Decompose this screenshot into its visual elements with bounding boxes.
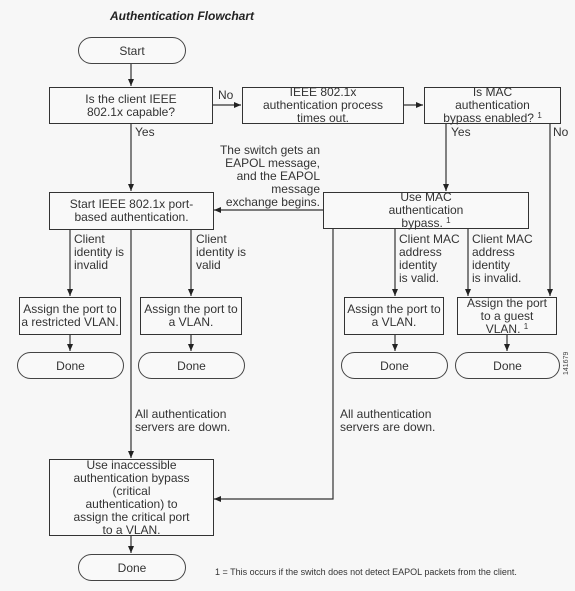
done-node: Done xyxy=(138,352,245,379)
edge-label-no: No xyxy=(218,88,234,102)
edge-label-yes: Yes xyxy=(451,125,471,139)
edge-label-mac-invalid: Client MAC address identity is invalid. xyxy=(472,232,533,285)
process-critical-auth-label: Use inaccessible authentication bypass (… xyxy=(73,457,190,537)
footnote-marker: 1 xyxy=(523,321,529,331)
done-label: Done xyxy=(177,358,206,373)
decision-8021x-capable-label: Is the client IEEE 802.1x capable? xyxy=(85,91,177,119)
footnote: 1 = This occurs if the switch does not d… xyxy=(215,567,517,577)
decision-mab-enabled-label: Is MAC authentication bypass enabled? xyxy=(443,85,534,125)
start-label: Start xyxy=(119,43,145,58)
start-node: Start xyxy=(78,37,186,64)
edge-label-mac-valid: Client MAC address identity is valid. xyxy=(399,232,460,285)
edge-label-servers-down: All authentication servers are down. xyxy=(135,407,231,434)
process-assign-vlan-mab: Assign the port to a VLAN. xyxy=(344,297,444,335)
decision-mab-enabled: Is MAC authentication bypass enabled? 1 xyxy=(424,85,561,125)
done-node: Done xyxy=(341,352,448,379)
done-node: Done xyxy=(455,352,560,379)
done-label: Done xyxy=(380,358,409,373)
process-assign-vlan-8021x-label: Assign the port to a VLAN. xyxy=(144,302,238,329)
edge-label-no: No xyxy=(553,125,569,139)
process-guest-vlan: Assign the port to a guest VLAN. 1 xyxy=(457,295,557,336)
edge-label-identity-invalid: Client identity is invalid xyxy=(74,232,125,272)
footnote-marker: 1 xyxy=(537,111,542,120)
process-timeout-label: IEEE 802.1x authentication process times… xyxy=(262,85,384,125)
process-start-8021x-label: Start IEEE 802.1x port-based authenticat… xyxy=(69,197,194,224)
process-critical-auth: Use inaccessible authentication bypass (… xyxy=(49,457,214,537)
decision-8021x-capable: Is the client IEEE 802.1x capable? xyxy=(49,87,213,124)
edge-label-eapol: The switch gets an EAPOL message, and th… xyxy=(219,143,320,209)
process-restricted-vlan-label: Assign the port to a restricted VLAN. xyxy=(21,302,119,329)
process-assign-vlan-8021x: Assign the port to a VLAN. xyxy=(140,297,242,335)
figure-id: 141679 xyxy=(563,351,570,375)
done-node: Done xyxy=(17,352,124,379)
process-guest-vlan-label: Assign the port to a guest VLAN. xyxy=(466,295,548,336)
process-restricted-vlan: Assign the port to a restricted VLAN. xyxy=(19,297,121,335)
process-assign-vlan-mab-label: Assign the port to a VLAN. xyxy=(347,302,441,329)
edge-label-identity-valid: Client identity is valid xyxy=(196,232,247,272)
process-timeout: IEEE 802.1x authentication process times… xyxy=(242,85,404,125)
process-use-mab: Use MAC authentication bypass. 1 xyxy=(323,190,529,230)
process-use-mab-label: Use MAC authentication bypass. xyxy=(388,190,464,230)
done-node: Done xyxy=(78,554,186,581)
edge-label-servers-down: All authentication servers are down. xyxy=(340,407,436,434)
done-label: Done xyxy=(493,358,522,373)
edge-label-yes: Yes xyxy=(135,125,155,139)
done-label: Done xyxy=(117,560,147,575)
footnote-marker: 1 xyxy=(446,216,451,225)
diagram-title: Authentication Flowchart xyxy=(110,9,254,23)
done-label: Done xyxy=(56,358,85,373)
process-start-8021x: Start IEEE 802.1x port-based authenticat… xyxy=(49,192,214,230)
